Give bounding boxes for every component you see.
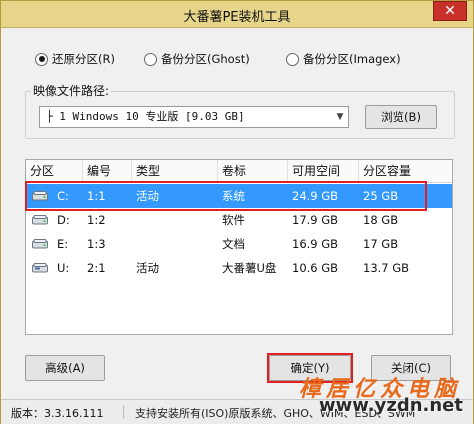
- watermark-url: www.yzdn.net: [319, 395, 463, 416]
- cell-free: 17.9 GB: [292, 213, 339, 227]
- column-header[interactable]: 分区容量: [359, 160, 452, 182]
- radio-dot-icon: [286, 52, 299, 66]
- cell-drive: C:: [57, 189, 69, 203]
- image-file-select[interactable]: ├ 1 Windows 10 专业版 [9.03 GB] ▼: [39, 106, 349, 128]
- browse-button[interactable]: 浏览(B): [365, 105, 437, 129]
- cell-label: 大番薯U盘: [222, 261, 277, 275]
- radio-restore-partition[interactable]: 还原分区(R): [35, 51, 115, 67]
- cell-size: 17 GB: [363, 237, 399, 251]
- chevron-down-icon[interactable]: ▼: [332, 107, 348, 127]
- column-header[interactable]: 分区: [26, 160, 83, 182]
- cell-type: [132, 208, 136, 232]
- cell-label: 系统: [222, 189, 245, 203]
- cell-label: 文档: [222, 237, 245, 251]
- cell-type: 活动: [136, 189, 159, 203]
- table-header: 分区 编号 类型 卷标 可用空间 分区容量: [26, 160, 452, 183]
- window-close-button[interactable]: ✕: [433, 1, 467, 21]
- cell-free: 16.9 GB: [292, 237, 339, 251]
- cell-number: 1:3: [87, 237, 106, 251]
- cell-size: 18 GB: [363, 213, 399, 227]
- cell-label: 软件: [222, 213, 245, 227]
- cell-free: 24.9 GB: [292, 189, 339, 203]
- cell-type: 活动: [136, 261, 159, 275]
- title-bar[interactable]: 大番薯PE装机工具 ✕: [1, 1, 473, 28]
- image-path-label: 映像文件路径:: [31, 82, 112, 99]
- column-header[interactable]: 类型: [132, 160, 218, 182]
- pe-installer-window: 大番薯PE装机工具 ✕ 还原分区(R) 备份分区(Ghost) 备份分区(Ima…: [0, 0, 474, 424]
- hard-drive-icon: [32, 239, 48, 249]
- table-row[interactable]: E: 1:3 文档 16.9 GB 17 GB: [26, 232, 452, 256]
- radio-label: 备份分区(Ghost): [161, 52, 250, 66]
- column-header[interactable]: 卷标: [218, 160, 288, 182]
- radio-dot-icon: [144, 52, 157, 66]
- cell-free: 10.6 GB: [292, 261, 339, 275]
- cell-drive: D:: [57, 213, 70, 227]
- cell-type: [132, 232, 136, 256]
- usb-drive-icon: [32, 263, 48, 273]
- cell-number: 2:1: [87, 261, 106, 275]
- cell-drive: U:: [57, 261, 70, 275]
- radio-backup-ghost[interactable]: 备份分区(Ghost): [144, 51, 250, 67]
- cell-size: 25 GB: [363, 189, 399, 203]
- version-text: 版本：3.3.16.111: [11, 405, 124, 420]
- hard-drive-icon: [32, 191, 48, 201]
- partition-table[interactable]: 分区 编号 类型 卷标 可用空间 分区容量 C: 1:1 活动 系统 24.9 …: [25, 159, 453, 335]
- table-row[interactable]: D: 1:2 软件 17.9 GB 18 GB: [26, 208, 452, 232]
- advanced-button[interactable]: 高级(A): [25, 355, 105, 381]
- table-row[interactable]: C: 1:1 活动 系统 24.9 GB 25 GB: [26, 184, 452, 208]
- hard-drive-icon: [32, 215, 48, 225]
- cell-number: 1:2: [87, 213, 106, 227]
- column-header[interactable]: 编号: [83, 160, 132, 182]
- image-file-value: ├ 1 Windows 10 专业版 [9.03 GB]: [46, 110, 245, 123]
- column-header[interactable]: 可用空间: [288, 160, 359, 182]
- radio-backup-imagex[interactable]: 备份分区(Imagex): [286, 51, 401, 67]
- radio-label: 还原分区(R): [52, 52, 115, 66]
- cell-drive: E:: [57, 237, 69, 251]
- table-row[interactable]: U: 2:1 活动 大番薯U盘 10.6 GB 13.7 GB: [26, 256, 452, 280]
- radio-label: 备份分区(Imagex): [303, 52, 401, 66]
- cell-size: 13.7 GB: [363, 261, 410, 275]
- window-title: 大番薯PE装机工具: [183, 10, 291, 25]
- cell-number: 1:1: [87, 189, 106, 203]
- radio-dot-icon: [35, 52, 48, 66]
